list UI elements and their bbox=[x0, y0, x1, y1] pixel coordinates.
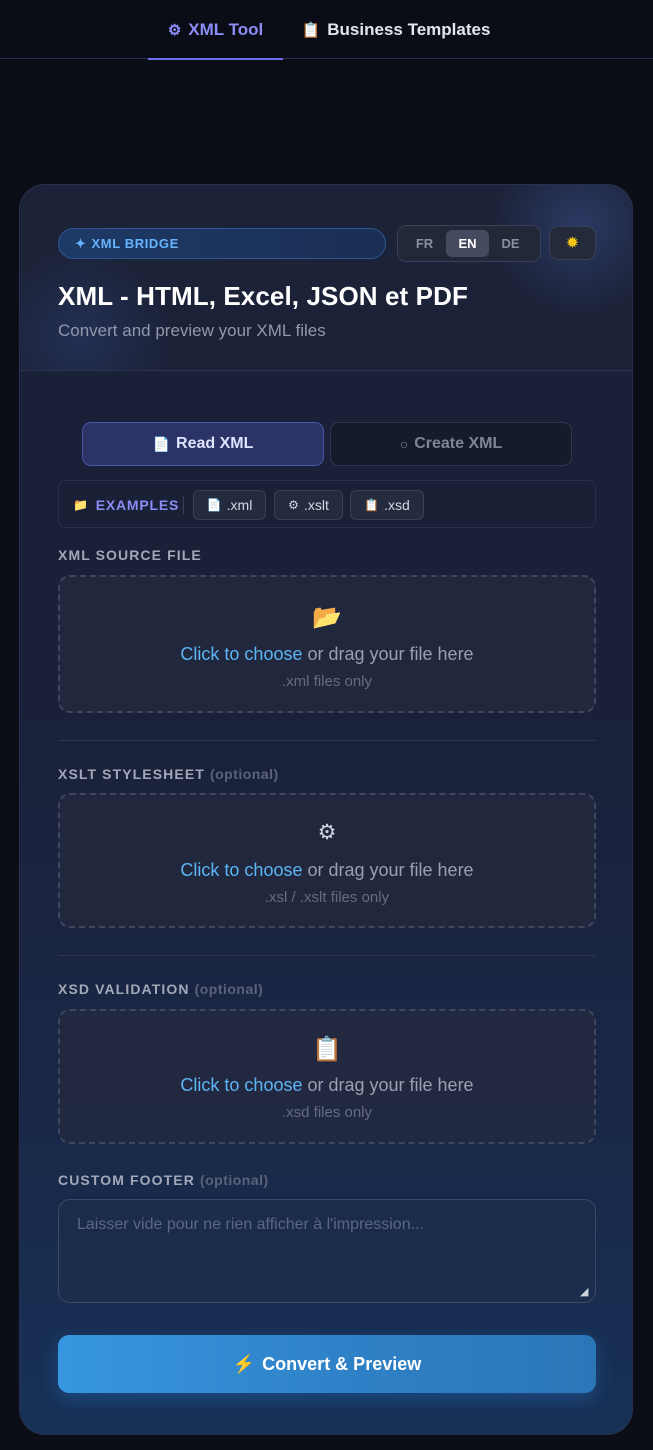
clipboard-icon: 📋 bbox=[364, 498, 380, 512]
nav-tab-business-templates[interactable]: 📋 Business Templates bbox=[292, 0, 500, 59]
tab-label: Create XML bbox=[414, 435, 503, 452]
app-badge: ✦ XML BRIDGE bbox=[58, 228, 386, 259]
chip-label: .xslt bbox=[303, 497, 329, 513]
example-xsd-button[interactable]: 📋 .xsd bbox=[350, 490, 424, 520]
dropzone-prompt: Click to choose or drag your file here bbox=[60, 644, 594, 665]
optional-tag: (optional) bbox=[209, 766, 279, 782]
document-icon: 📄 bbox=[152, 435, 171, 452]
dropzone-prompt: Click to choose or drag your file here bbox=[60, 1075, 594, 1096]
lightning-icon: ⚡ bbox=[232, 1353, 256, 1374]
xsd-dropzone[interactable]: 📋 Click to choose or drag your file here… bbox=[58, 1009, 596, 1144]
custom-footer-textarea[interactable] bbox=[58, 1199, 596, 1303]
choose-file-link[interactable]: Click to choose bbox=[180, 644, 302, 664]
dropzone-hint: .xsl / .xslt files only bbox=[264, 889, 390, 906]
dropzone-prompt: Click to choose or drag your file here bbox=[60, 860, 594, 881]
clipboard-icon: 📋 bbox=[301, 21, 321, 39]
optional-tag: (optional) bbox=[199, 1172, 269, 1188]
gear-icon: ⚙ bbox=[317, 821, 337, 844]
gear-icon: ⚙ bbox=[167, 21, 182, 39]
dropzone-prompt-rest: or drag your file here bbox=[302, 860, 474, 880]
folder-icon: 📁 bbox=[73, 498, 89, 512]
xslt-stylesheet-label: XSLT STYLESHEET (optional) bbox=[58, 766, 279, 782]
xml-source-label: XML SOURCE FILE bbox=[58, 547, 202, 563]
section-label-text: CUSTOM FOOTER bbox=[58, 1172, 195, 1188]
nav-tab-label: XML Tool bbox=[188, 19, 264, 39]
example-xml-button[interactable]: 📄 .xml bbox=[193, 490, 266, 520]
section-label-text: XML SOURCE FILE bbox=[58, 547, 202, 563]
dropzone-prompt-rest: or drag your file here bbox=[302, 1075, 474, 1095]
examples-bar: 📁 EXAMPLES 📄 .xml ⚙ .xslt 📋 .xsd bbox=[58, 480, 596, 528]
chip-label: .xsd bbox=[384, 497, 410, 513]
custom-footer-label: CUSTOM FOOTER (optional) bbox=[58, 1172, 269, 1188]
dropzone-prompt-rest: or drag your file here bbox=[302, 644, 474, 664]
page-subtitle: Convert and preview your XML files bbox=[58, 321, 326, 340]
tab-label: Read XML bbox=[176, 435, 254, 452]
choose-file-link[interactable]: Click to choose bbox=[180, 860, 302, 880]
open-folder-icon: 📂 bbox=[312, 604, 342, 631]
tab-read-xml[interactable]: 📄 Read XML bbox=[82, 422, 324, 466]
optional-tag: (optional) bbox=[194, 981, 264, 997]
nav-tab-label: Business Templates bbox=[327, 19, 491, 39]
choose-file-link[interactable]: Click to choose bbox=[180, 1075, 302, 1095]
gear-icon: ⚙ bbox=[288, 498, 299, 512]
document-icon: 📄 bbox=[206, 498, 222, 512]
chip-label: .xml bbox=[226, 497, 253, 513]
language-switcher: FR EN DE bbox=[397, 225, 541, 262]
sun-icon: ✹ bbox=[565, 235, 580, 252]
convert-label: Convert & Preview bbox=[262, 1353, 422, 1374]
language-option-fr[interactable]: FR bbox=[403, 230, 446, 257]
examples-title: EXAMPLES bbox=[95, 497, 180, 513]
examples-label: 📁 EXAMPLES bbox=[73, 481, 179, 529]
theme-toggle-button[interactable]: ✹ bbox=[549, 226, 596, 260]
top-navigation: ⚙ XML Tool 📋 Business Templates bbox=[0, 0, 653, 60]
section-label-text: XSD VALIDATION bbox=[58, 981, 190, 997]
page-title: XML - HTML, Excel, JSON et PDF bbox=[58, 281, 468, 311]
circle-icon: ○ bbox=[399, 436, 409, 452]
xml-dropzone[interactable]: 📂 Click to choose or drag your file here… bbox=[58, 575, 596, 713]
example-xslt-button[interactable]: ⚙ .xslt bbox=[274, 490, 343, 520]
dropzone-hint: .xsd files only bbox=[281, 1104, 373, 1121]
converter-card: ✦ XML BRIDGE FR EN DE ✹ XML - HTML, Exce… bbox=[19, 184, 633, 1435]
section-divider bbox=[58, 740, 596, 741]
resize-handle-icon[interactable]: ◢ bbox=[580, 1286, 592, 1298]
language-option-en[interactable]: EN bbox=[446, 230, 489, 257]
xsd-validation-label: XSD VALIDATION (optional) bbox=[58, 981, 263, 997]
section-divider bbox=[58, 955, 596, 956]
section-label-text: XSLT STYLESHEET bbox=[58, 766, 205, 782]
nav-tab-xml-tool[interactable]: ⚙ XML Tool bbox=[148, 0, 283, 60]
sparkle-icon: ✦ bbox=[75, 235, 87, 251]
badge-label: XML BRIDGE bbox=[91, 236, 179, 251]
language-option-de[interactable]: DE bbox=[489, 230, 532, 257]
dropzone-hint: .xml files only bbox=[281, 673, 373, 690]
xslt-dropzone[interactable]: ⚙ Click to choose or drag your file here… bbox=[58, 793, 596, 928]
card-header: ✦ XML BRIDGE FR EN DE ✹ XML - HTML, Exce… bbox=[20, 185, 632, 371]
convert-preview-button[interactable]: ⚡ Convert & Preview bbox=[58, 1335, 596, 1393]
examples-separator bbox=[183, 496, 184, 514]
clipboard-icon: 📋 bbox=[312, 1036, 342, 1063]
tab-create-xml[interactable]: ○ Create XML bbox=[330, 422, 572, 466]
